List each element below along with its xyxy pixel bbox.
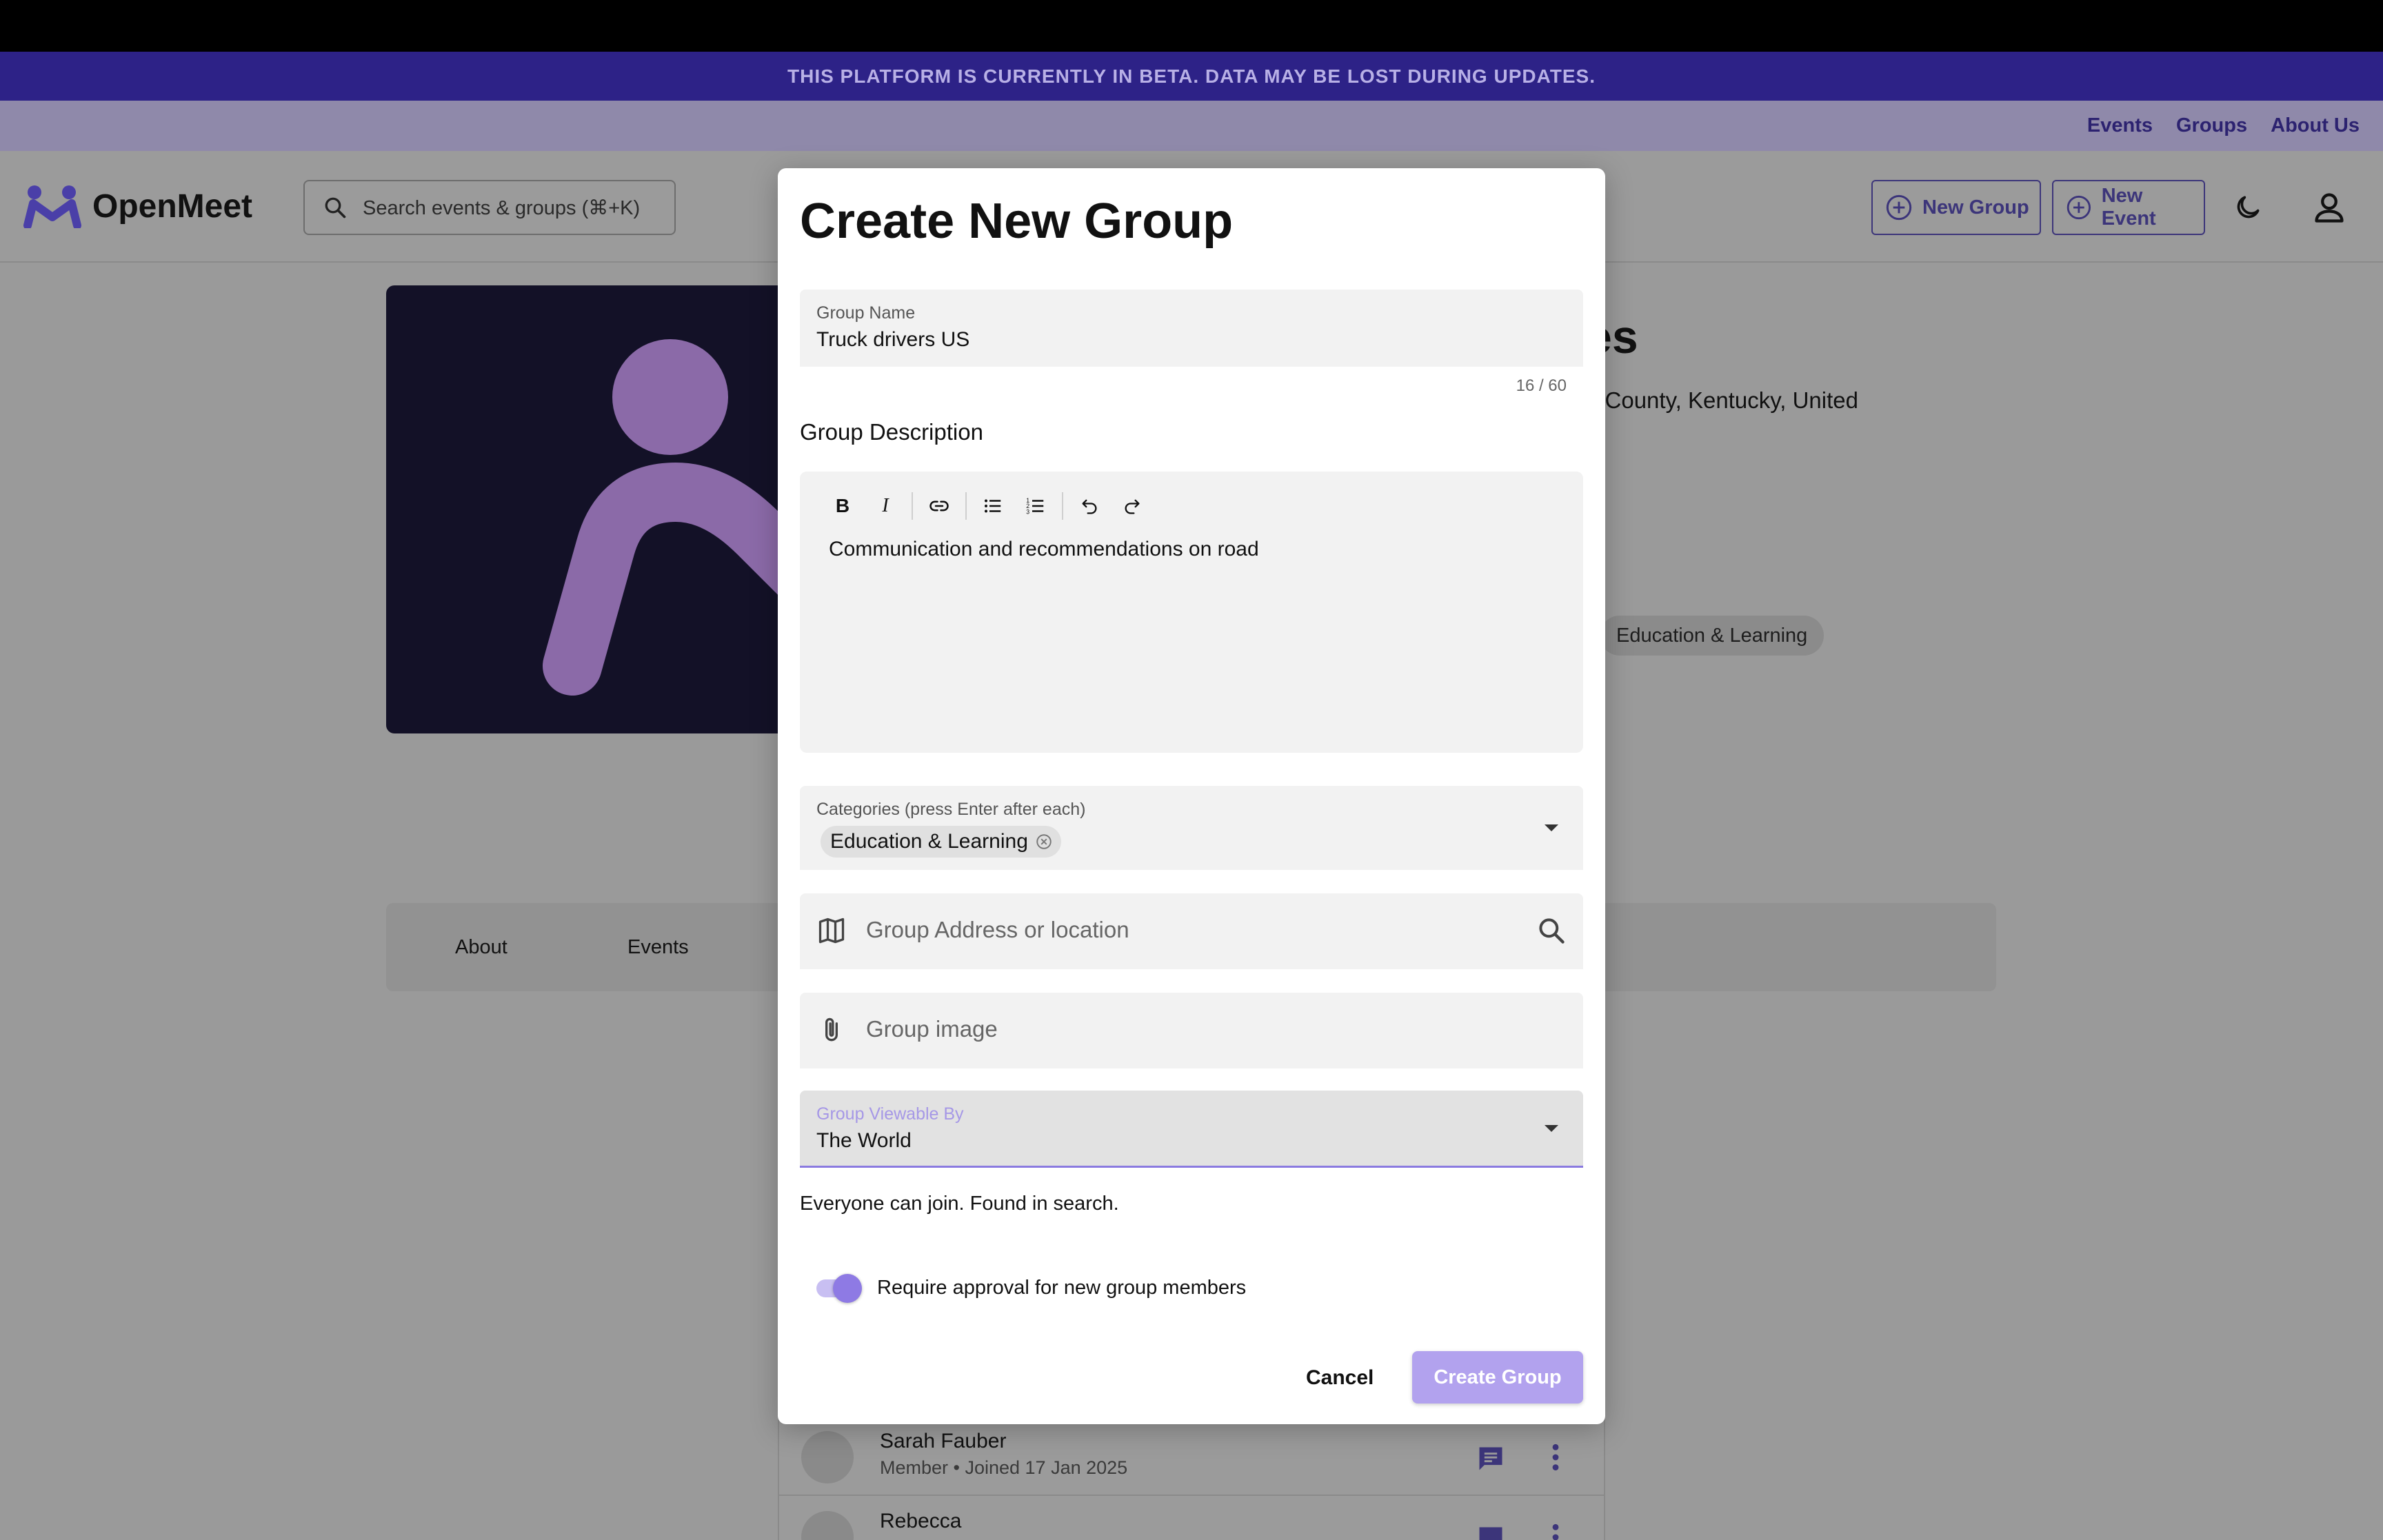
more-vert-icon[interactable]	[1549, 1442, 1562, 1472]
map-icon	[818, 918, 845, 944]
category-chip-label: Education & Learning	[830, 830, 1028, 853]
avatar	[801, 1511, 854, 1540]
viewable-hint: Everyone can join. Found in search.	[800, 1193, 1119, 1215]
toolbar-divider	[1062, 492, 1063, 520]
tab-about[interactable]: About	[455, 936, 507, 959]
group-hero-image	[386, 285, 827, 733]
tab-events[interactable]: Events	[627, 936, 689, 959]
remove-chip-icon[interactable]	[1035, 833, 1053, 851]
approval-toggle[interactable]	[816, 1274, 862, 1303]
chevron-down-icon[interactable]	[1545, 824, 1558, 831]
new-event-label: New Event	[2101, 185, 2156, 230]
attach-file-icon	[825, 1017, 838, 1042]
list-item[interactable]: Sarah Fauber Member • Joined 17 Jan 2025	[778, 1415, 1605, 1496]
member-name: Rebecca	[880, 1510, 962, 1532]
dark-mode-icon[interactable]	[2233, 192, 2263, 223]
list-item[interactable]: Rebecca	[778, 1495, 1605, 1540]
plus-circle-icon	[1886, 194, 1912, 221]
beta-banner: THIS PLATFORM IS CURRENTLY IN BETA. DATA…	[0, 52, 2383, 101]
category-chip: Education & Learning	[1600, 616, 1824, 656]
avatar-placeholder-icon	[543, 339, 827, 696]
description-editor[interactable]: B I 123 Communication and recommendation…	[800, 472, 1583, 753]
categories-label: Categories (press Enter after each)	[816, 800, 1086, 819]
approval-label: Require approval for new group members	[877, 1276, 1247, 1299]
member-name: Sarah Fauber	[880, 1430, 1007, 1452]
group-image-input[interactable]: Group image	[800, 993, 1583, 1068]
search-icon	[325, 197, 346, 219]
openmeet-logo-icon	[23, 185, 81, 228]
group-viewable-select[interactable]: Group Viewable By The World	[800, 1091, 1583, 1168]
category-chip: Education & Learning	[821, 826, 1061, 858]
toolbar-divider	[912, 492, 913, 520]
chat-icon[interactable]	[1476, 1443, 1506, 1474]
new-event-button[interactable]: New Event	[2052, 180, 2205, 235]
more-vert-icon[interactable]	[1549, 1522, 1562, 1540]
new-group-button[interactable]: New Group	[1871, 180, 2041, 235]
account-icon[interactable]	[2311, 190, 2347, 225]
approval-toggle-row: Require approval for new group members	[816, 1274, 1247, 1303]
link-icon[interactable]	[920, 487, 958, 525]
top-nav-events[interactable]: Events	[2087, 114, 2153, 137]
group-name-field[interactable]: Group Name Truck drivers US	[800, 290, 1583, 367]
viewable-value: The World	[816, 1129, 912, 1152]
toggle-knob	[833, 1274, 862, 1303]
bold-icon[interactable]: B	[823, 487, 862, 525]
group-image-placeholder: Group image	[866, 1016, 998, 1042]
group-address-placeholder: Group Address or location	[866, 917, 1129, 942]
redo-icon[interactable]	[1113, 487, 1152, 525]
viewable-label: Group Viewable By	[816, 1104, 964, 1124]
numbered-list-icon[interactable]: 123	[1016, 487, 1055, 525]
brand-logo[interactable]: OpenMeet	[23, 184, 252, 228]
search-input[interactable]: Search events & groups (⌘+K)	[303, 180, 676, 235]
member-role: Member • Joined 17 Jan 2025	[880, 1457, 1128, 1478]
member-list: Sarah Fauber Member • Joined 17 Jan 2025…	[778, 1415, 1605, 1540]
description-label: Group Description	[800, 419, 983, 445]
group-address-input[interactable]: Group Address or location	[800, 893, 1583, 969]
create-group-dialog: Create New Group Group Name Truck driver…	[778, 168, 1605, 1424]
chevron-down-icon[interactable]	[1545, 1124, 1558, 1132]
bullet-list-icon[interactable]	[974, 487, 1012, 525]
brand-name: OpenMeet	[92, 188, 253, 225]
chat-icon[interactable]	[1476, 1523, 1506, 1540]
top-nav: Events Groups About Us	[0, 101, 2383, 151]
search-placeholder: Search events & groups (⌘+K)	[363, 196, 641, 219]
svg-text:3: 3	[1026, 508, 1029, 515]
group-name-value: Truck drivers US	[816, 328, 970, 351]
new-group-label: New Group	[1922, 196, 2029, 219]
create-group-button[interactable]: Create Group	[1412, 1351, 1583, 1404]
avatar	[801, 1431, 854, 1483]
dialog-title: Create New Group	[800, 194, 1234, 249]
description-text: Communication and recommendations on roa…	[829, 538, 1259, 560]
group-name-label: Group Name	[816, 303, 916, 323]
top-nav-about-us[interactable]: About Us	[2271, 114, 2360, 137]
group-location-fragment: n County, Kentucky, United	[1586, 387, 1858, 413]
search-icon[interactable]	[1536, 915, 1567, 946]
toolbar-divider	[965, 492, 967, 520]
character-counter: 16 / 60	[1516, 376, 1567, 395]
system-top-bar	[0, 0, 2383, 52]
italic-icon[interactable]: I	[866, 487, 905, 525]
editor-toolbar: B I 123	[823, 485, 1152, 527]
cancel-button[interactable]: Cancel	[1294, 1352, 1386, 1404]
top-nav-groups[interactable]: Groups	[2176, 114, 2247, 137]
undo-icon[interactable]	[1070, 487, 1109, 525]
plus-circle-icon	[2067, 195, 2091, 220]
categories-select[interactable]: Categories (press Enter after each) Educ…	[800, 786, 1583, 870]
